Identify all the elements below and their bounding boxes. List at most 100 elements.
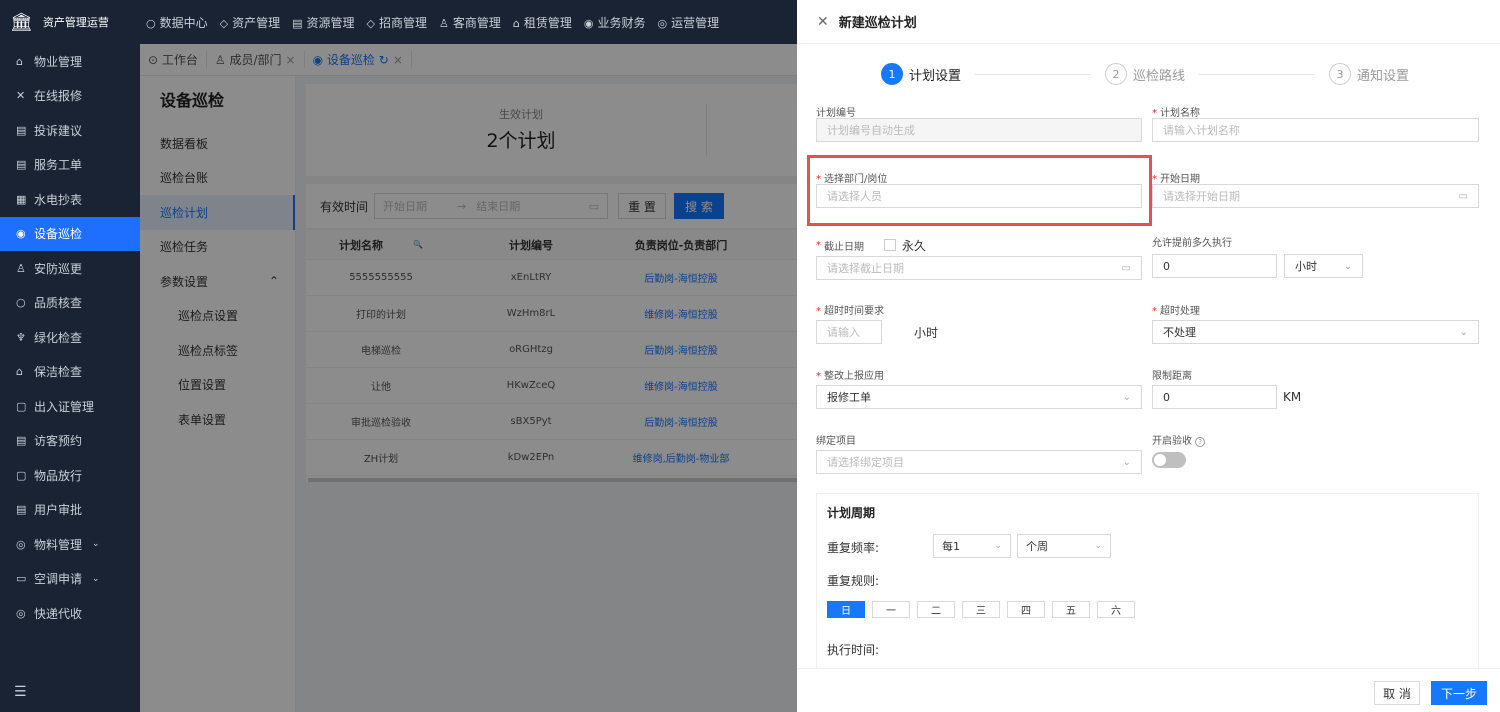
sidebar-item-patrol[interactable]: ♙ 安防巡更	[0, 251, 140, 286]
sidebar-item-cleaning[interactable]: ⌂ 保洁检查	[0, 355, 140, 390]
rectify-app-select[interactable]: 报修工单 ⌄	[816, 385, 1142, 409]
home-icon: ⌂	[16, 54, 23, 68]
quality-icon: ○	[16, 296, 26, 310]
step-plan-settings[interactable]: 1 计划设置	[881, 63, 961, 85]
meter-icon: ▦	[16, 192, 27, 206]
sidebar-item-label: 物品放行	[34, 468, 83, 483]
sidebar-item-approval[interactable]: ▤ 用户审批	[0, 493, 140, 528]
sidebar-item-label: 快递代收	[34, 606, 83, 621]
sidebar-item-label: 在线报修	[34, 89, 83, 104]
calendar-icon: ▭	[1121, 262, 1131, 274]
sidebar-item-label: 出入证管理	[34, 399, 95, 414]
collapse-menu-icon[interactable]: ☰	[14, 684, 27, 700]
sidebar-item-label: 访客预约	[34, 434, 83, 449]
weekday-selector: 日 一 二 三 四 五 六	[827, 601, 1142, 618]
input-placeholder: 请选择开始日期	[1163, 190, 1240, 203]
sidebar-item-express[interactable]: ◎ 快递代收	[0, 596, 140, 631]
weekday-sat[interactable]: 六	[1097, 601, 1135, 618]
sidebar-item-inspection[interactable]: ◉ 设备巡检	[0, 216, 140, 251]
calendar-icon: ▭	[1458, 190, 1468, 202]
modal-overlay[interactable]	[140, 44, 797, 712]
weekday-thu[interactable]: 四	[1007, 601, 1045, 618]
field-label-text: 开启验收	[1152, 436, 1192, 447]
order-icon: ▤	[16, 158, 27, 172]
required-mark: *	[816, 371, 821, 382]
required-mark: *	[1152, 108, 1157, 119]
sidebar-item-greening[interactable]: ♆ 绿化检查	[0, 320, 140, 355]
plan-no-input: 计划编号自动生成	[816, 118, 1142, 142]
sidebar-item-complaint[interactable]: ▤ 投诉建议	[0, 113, 140, 148]
drawer-header: ✕ 新建巡检计划	[797, 0, 1500, 44]
sidebar-item-quality[interactable]: ○ 品质核查	[0, 286, 140, 321]
top-nav-item[interactable]: ♙ 客商管理	[439, 14, 501, 31]
select-value: 报修工单	[827, 391, 871, 404]
sidebar-item-property[interactable]: ⌂ 物业管理	[0, 44, 140, 79]
top-nav-item[interactable]: ◇ 资产管理	[220, 14, 280, 31]
plan-name-input[interactable]: 请输入计划名称	[1152, 118, 1479, 142]
field-label-text: 计划名称	[1160, 108, 1200, 119]
advance-input[interactable]: 0	[1152, 254, 1277, 278]
rule-label: 重复规则:	[827, 574, 880, 588]
sidebar-item-label: 保洁检查	[34, 365, 83, 380]
top-nav: ○ 数据中心 ◇ 资产管理 ▤ 资源管理 ◇ 招商管理 ♙ 客商管理 ⌂ 租赁管理 ◉ 业务财…	[140, 0, 725, 44]
sidebar-item-material[interactable]: ◎ 物料管理 ⌄	[0, 527, 140, 562]
top-nav-item[interactable]: ◉ 业务财务	[584, 14, 646, 31]
chevron-down-icon: ⌄	[92, 539, 100, 550]
top-nav-item[interactable]: ◎ 运营管理	[658, 14, 720, 31]
weekday-wed[interactable]: 三	[962, 601, 1000, 618]
sidebar-item-pass[interactable]: ▢ 出入证管理	[0, 389, 140, 424]
cancel-button[interactable]: 取 消	[1374, 681, 1420, 705]
sidebar-item-release[interactable]: ▢ 物品放行	[0, 458, 140, 493]
app-name: 资产管理运营	[42, 16, 109, 29]
advance-unit-select[interactable]: 小时 ⌄	[1284, 254, 1363, 278]
operation-icon: ◎	[657, 16, 668, 30]
sidebar-item-repair[interactable]: ✕ 在线报修	[0, 79, 140, 114]
forever-checkbox[interactable]	[884, 239, 896, 251]
freq-value-select[interactable]: 每1 ⌄	[933, 534, 1011, 558]
field-label: * 开始日期	[1152, 170, 1479, 185]
step-notify[interactable]: 3 通知设置	[1329, 63, 1409, 85]
section-title: 计划周期	[827, 506, 876, 520]
end-date-picker[interactable]: 请选择截止日期 ▭	[816, 256, 1142, 280]
weekday-sun[interactable]: 日	[827, 601, 865, 618]
chevron-down-icon: ⌄	[92, 573, 100, 584]
sidebar-item-aircon[interactable]: ▭ 空调申请 ⌄	[0, 562, 140, 597]
acceptance-switch[interactable]	[1152, 452, 1186, 468]
step-number: 3	[1329, 63, 1352, 85]
next-step-button[interactable]: 下一步	[1431, 681, 1487, 705]
field-label: 开启验收 ?	[1152, 432, 1479, 452]
input-placeholder: 请输入计划名称	[1163, 124, 1240, 137]
sidebar-item-meter[interactable]: ▦ 水电抄表	[0, 182, 140, 217]
sidebar-item-label: 设备巡检	[34, 227, 83, 242]
distance-input[interactable]: 0	[1152, 385, 1277, 409]
project-select[interactable]: 请选择绑定项目 ⌄	[816, 450, 1142, 474]
top-nav-item[interactable]: ⌂ 租赁管理	[513, 14, 572, 31]
top-nav-item[interactable]: ○ 数据中心	[146, 14, 208, 31]
complaint-icon: ▤	[16, 123, 27, 137]
timeout-input[interactable]: 请输入	[816, 320, 882, 344]
timeout-handle-select[interactable]: 不处理 ⌄	[1152, 320, 1479, 344]
weekday-tue[interactable]: 二	[917, 601, 955, 618]
close-icon[interactable]: ✕	[817, 14, 829, 30]
input-placeholder: 计划编号自动生成	[827, 124, 915, 137]
top-nav-item[interactable]: ▤ 资源管理	[292, 14, 354, 31]
top-nav-label: 资源管理	[306, 15, 355, 30]
customer-icon: ♙	[439, 16, 449, 30]
step-label: 计划设置	[909, 68, 962, 84]
start-date-picker[interactable]: 请选择开始日期 ▭	[1152, 184, 1479, 208]
weekday-fri[interactable]: 五	[1052, 601, 1090, 618]
help-icon[interactable]: ?	[1195, 437, 1206, 447]
timeout-unit: 小时	[914, 325, 939, 340]
freq-unit-select[interactable]: 个周 ⌄	[1017, 534, 1111, 558]
top-nav-label: 租赁管理	[523, 15, 572, 30]
field-label: * 超时处理	[1152, 302, 1479, 320]
sidebar-item-work-order[interactable]: ▤ 服务工单	[0, 148, 140, 183]
step-connector	[1199, 73, 1316, 75]
select-value: 小时	[1295, 260, 1317, 273]
weekday-mon[interactable]: 一	[872, 601, 910, 618]
sidebar-item-visitor[interactable]: ▤ 访客预约	[0, 424, 140, 459]
select-value: 不处理	[1163, 326, 1196, 339]
app-logo[interactable]: 🏛 资产管理运营	[0, 0, 140, 44]
step-route[interactable]: 2 巡检路线	[1105, 63, 1185, 85]
top-nav-item[interactable]: ◇ 招商管理	[367, 14, 427, 31]
